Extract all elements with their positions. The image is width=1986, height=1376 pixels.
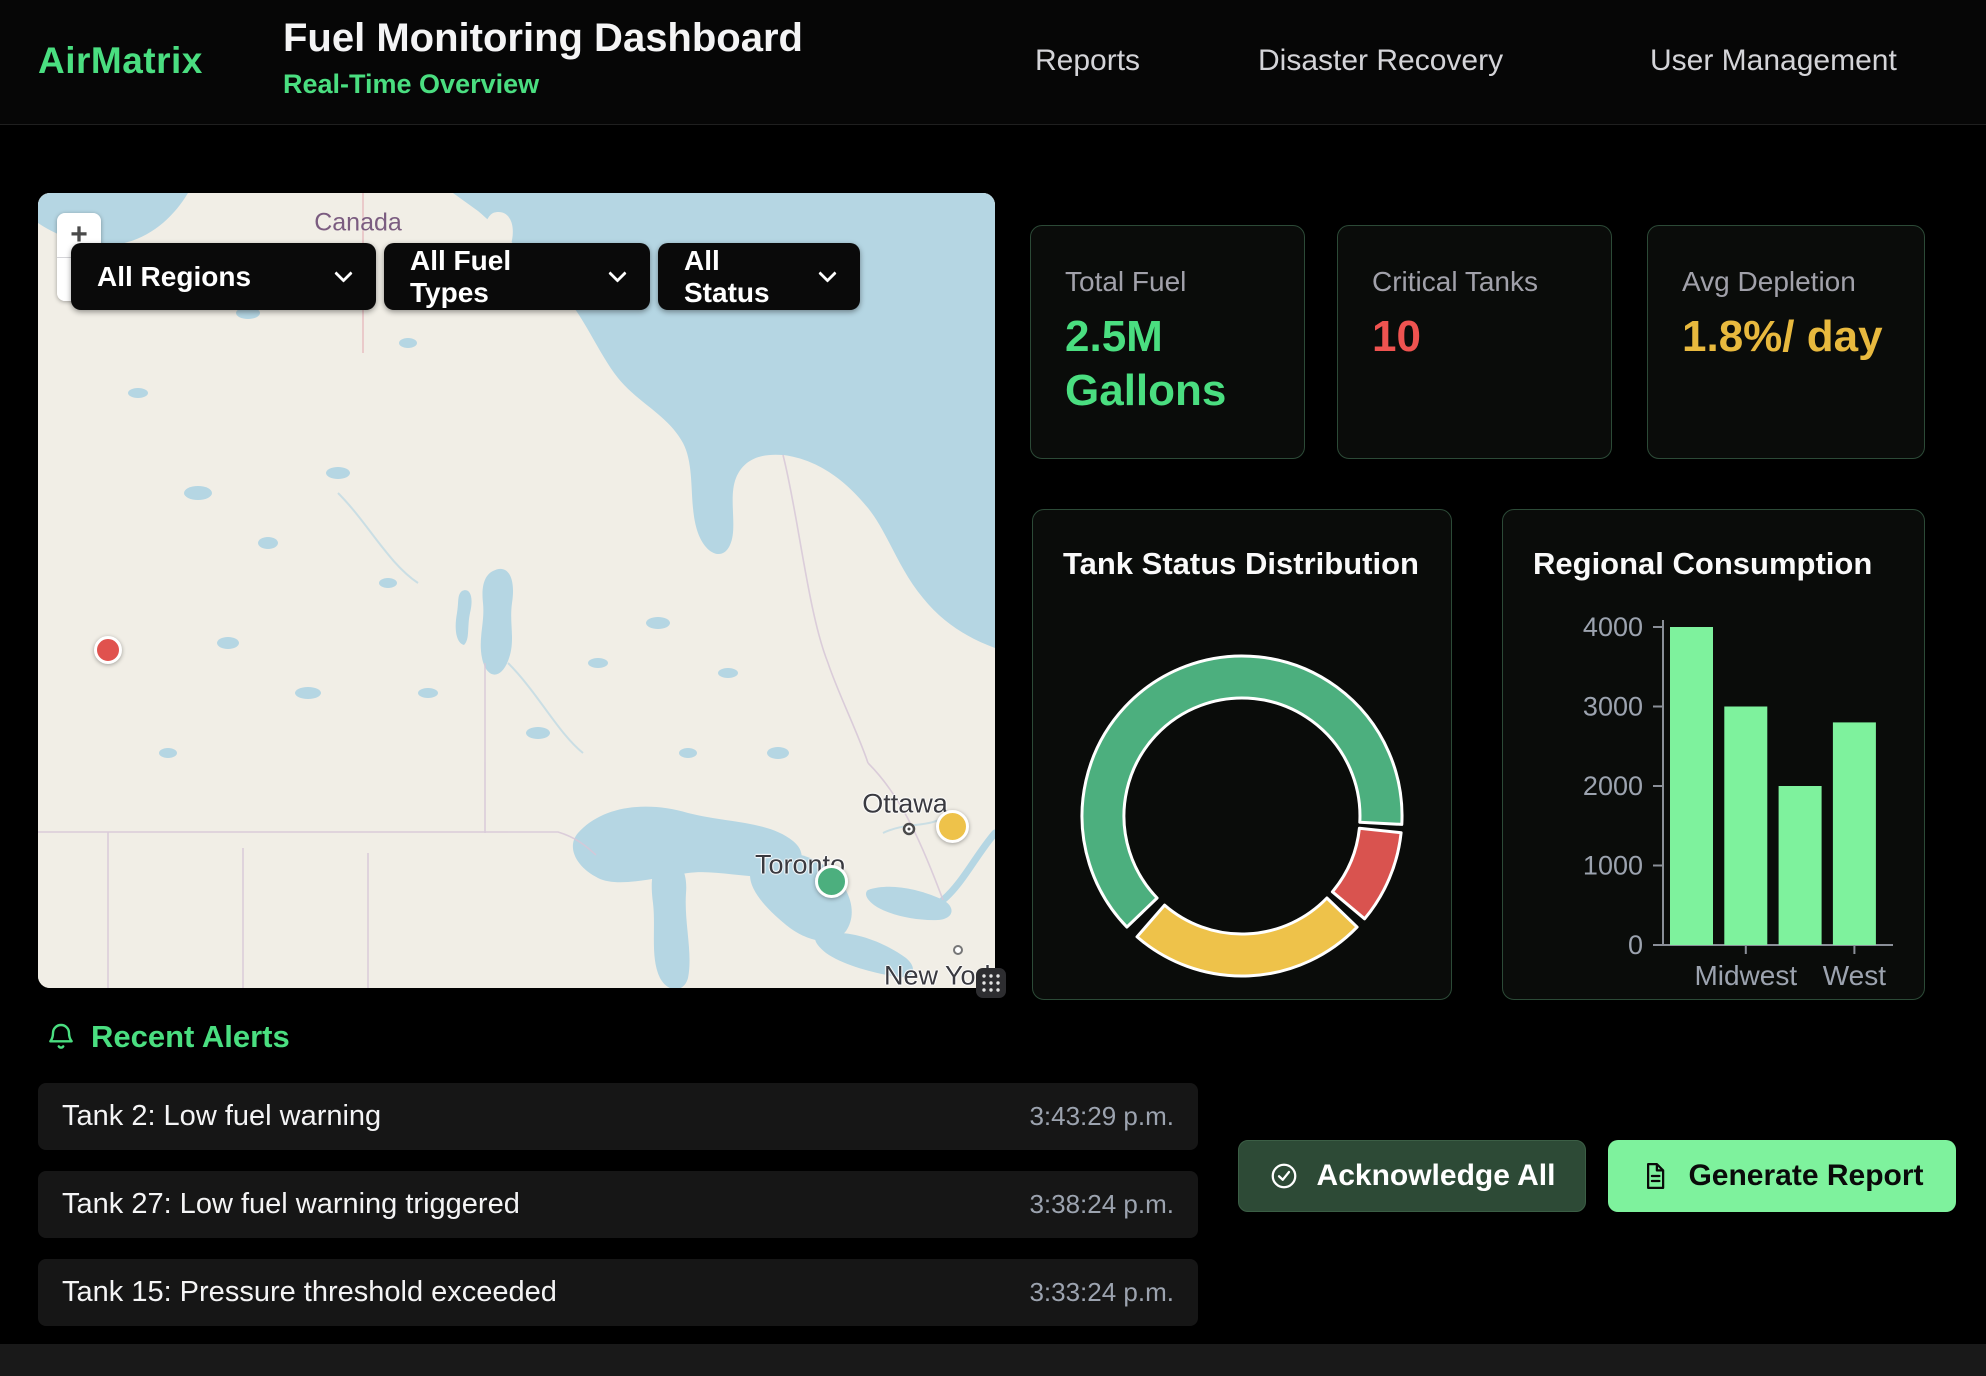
tank-status-distribution-card: Tank Status Distribution (1032, 509, 1452, 1000)
acknowledge-all-button[interactable]: Acknowledge All (1238, 1140, 1586, 1212)
map-graphic (38, 193, 995, 988)
map-label-ottawa: Ottawa (862, 789, 948, 820)
chart-title: Regional Consumption (1533, 546, 1872, 582)
stat-label: Avg Depletion (1682, 266, 1890, 298)
app-header: AirMatrix Fuel Monitoring Dashboard Real… (0, 0, 1986, 125)
nav-user-management[interactable]: User Management (1650, 44, 1897, 78)
alert-timestamp: 3:43:29 p.m. (1029, 1101, 1174, 1132)
svg-text:1000: 1000 (1583, 851, 1643, 881)
alert-message: Tank 2: Low fuel warning (62, 1100, 381, 1133)
title-block: Fuel Monitoring Dashboard Real-Time Over… (283, 16, 803, 100)
bell-icon (45, 1021, 77, 1053)
map-resize-handle[interactable] (976, 968, 1006, 998)
svg-text:2000: 2000 (1583, 771, 1643, 801)
alert-row[interactable]: Tank 27: Low fuel warning triggered 3:38… (38, 1171, 1198, 1238)
alert-timestamp: 3:33:24 p.m. (1029, 1277, 1174, 1308)
drag-dots-icon (980, 972, 1002, 994)
stat-value: 1.8%/ day (1682, 310, 1890, 364)
nav-reports[interactable]: Reports (1035, 44, 1140, 78)
regional-consumption-card: 0 1000 2000 3000 4000 Midwest West Regional Co… (1502, 509, 1925, 1000)
page-subtitle: Real-Time Overview (283, 69, 803, 100)
region-filter-select[interactable]: All Regions (71, 243, 376, 310)
stat-label: Total Fuel (1065, 266, 1270, 298)
generate-report-label: Generate Report (1688, 1159, 1923, 1193)
stat-card-total-fuel: Total Fuel 2.5M Gallons (1030, 225, 1305, 459)
alert-list: Tank 2: Low fuel warning 3:43:29 p.m. Ta… (38, 1083, 1198, 1326)
recent-alerts-header: Recent Alerts (45, 1019, 290, 1055)
svg-text:0: 0 (1628, 930, 1643, 960)
alert-message: Tank 27: Low fuel warning triggered (62, 1188, 520, 1221)
alert-row[interactable]: Tank 2: Low fuel warning 3:43:29 p.m. (38, 1083, 1198, 1150)
check-circle-icon (1269, 1161, 1299, 1191)
status-filter-label: All Status (684, 245, 803, 309)
svg-text:3000: 3000 (1583, 692, 1643, 722)
stat-card-avg-depletion: Avg Depletion 1.8%/ day (1647, 225, 1925, 459)
svg-text:West: West (1823, 960, 1886, 991)
recent-alerts-title: Recent Alerts (91, 1019, 290, 1055)
brand-logo: AirMatrix (38, 40, 203, 82)
bar-chart: 0 1000 2000 3000 4000 Midwest West (1503, 510, 1925, 1000)
fuel-monitoring-dashboard: AirMatrix Fuel Monitoring Dashboard Real… (0, 0, 1986, 1376)
nav-disaster-recovery[interactable]: Disaster Recovery (1258, 44, 1503, 78)
donut-chart (1033, 510, 1452, 1000)
map-marker-critical[interactable] (94, 636, 122, 664)
status-filter-select[interactable]: All Status (658, 243, 860, 310)
map-label-canada: Canada (314, 209, 402, 238)
alert-message: Tank 15: Pressure threshold exceeded (62, 1276, 557, 1309)
chevron-down-icon (334, 264, 352, 282)
chevron-down-icon (608, 264, 626, 282)
generate-report-button[interactable]: Generate Report (1608, 1140, 1956, 1212)
chevron-down-icon (818, 264, 836, 282)
acknowledge-all-label: Acknowledge All (1317, 1159, 1556, 1193)
fuel-type-filter-select[interactable]: All Fuel Types (384, 243, 650, 310)
stat-value: 10 (1372, 310, 1577, 364)
region-filter-label: All Regions (97, 261, 251, 293)
bottom-bar (0, 1344, 1986, 1376)
page-title: Fuel Monitoring Dashboard (283, 16, 803, 61)
svg-text:Midwest: Midwest (1694, 960, 1797, 991)
alert-row[interactable]: Tank 15: Pressure threshold exceeded 3:3… (38, 1259, 1198, 1326)
stat-card-critical-tanks: Critical Tanks 10 (1337, 225, 1612, 459)
stat-label: Critical Tanks (1372, 266, 1577, 298)
map-canvas[interactable]: Canada Ottawa Toronto New York + − All R… (38, 193, 995, 988)
fuel-type-filter-label: All Fuel Types (410, 245, 593, 309)
chart-title: Tank Status Distribution (1063, 546, 1419, 582)
alert-timestamp: 3:38:24 p.m. (1029, 1189, 1174, 1220)
report-document-icon (1640, 1161, 1670, 1191)
svg-text:4000: 4000 (1583, 612, 1643, 642)
stat-value: 2.5M Gallons (1065, 310, 1270, 417)
map-marker-warning[interactable] (936, 810, 969, 843)
map-marker-normal[interactable] (815, 865, 848, 898)
